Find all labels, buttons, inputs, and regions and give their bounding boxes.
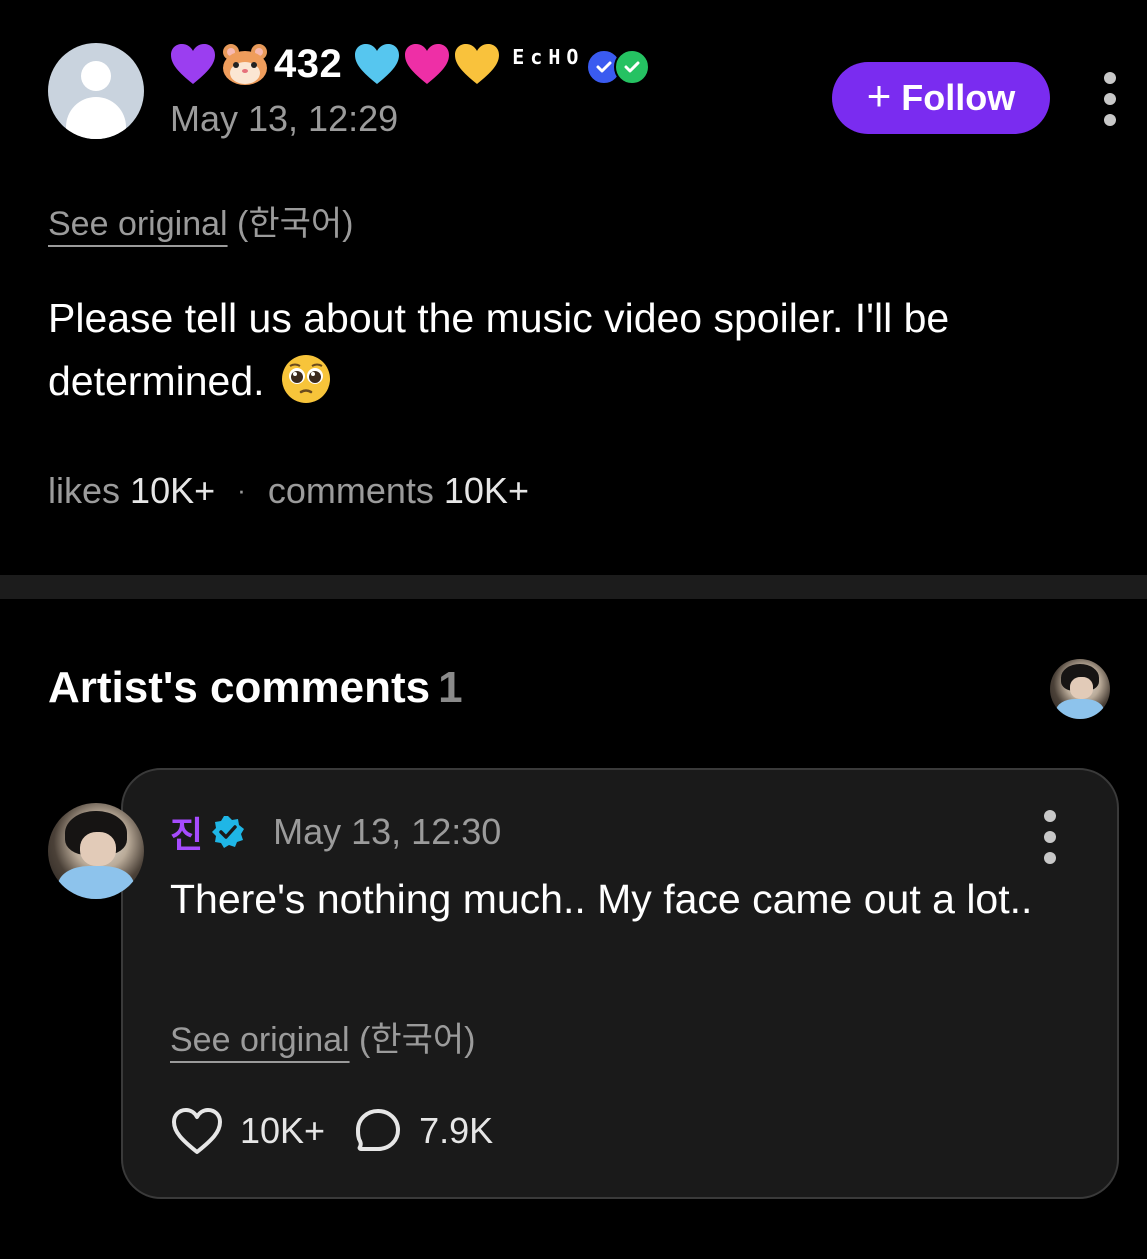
fan-level-number: 432 (274, 41, 343, 86)
post-header: 432 EcHO May 13, 12:29 + Follow (0, 0, 1147, 160)
artist-comments-title: Artist's comments 1 (48, 663, 463, 713)
artist-comments-heading: Artist's comments (48, 663, 431, 712)
likes-count: 10K+ (130, 470, 216, 511)
comment-text: There's nothing much.. My face came out … (170, 876, 1033, 922)
avatar-face-shape (1069, 677, 1093, 699)
author-name-row[interactable]: 432 EcHO (170, 38, 651, 90)
post-more-options-icon[interactable] (1100, 72, 1120, 126)
comment-see-original: See original (한국어) (170, 1012, 476, 1061)
follow-button-label: Follow (901, 77, 1016, 118)
avatar-shirt-shape (1056, 698, 1104, 719)
artist-comments-avatar[interactable] (1050, 659, 1110, 719)
post-stats: likes 10K+ · comments 10K+ (48, 470, 529, 512)
see-original-link[interactable]: See original (48, 205, 228, 243)
purple-heart-icon (170, 43, 216, 85)
stats-separator: · (237, 475, 246, 505)
pleading-face-icon (280, 353, 332, 405)
comments-count: 10K+ (443, 470, 529, 511)
comment-more-options-icon[interactable] (1040, 810, 1060, 864)
yellow-heart-icon (454, 43, 500, 85)
author-avatar[interactable] (48, 43, 144, 139)
comment-actions: 10K+ 7.9K (170, 1106, 493, 1156)
comment-replies-count: 7.9K (419, 1110, 494, 1151)
commenter-avatar[interactable] (48, 803, 144, 899)
hamster-face-icon (220, 42, 270, 86)
light-blue-heart-icon (354, 43, 400, 85)
avatar-shirt-shape (57, 866, 135, 899)
membership-badges (586, 49, 651, 85)
likes-label: likes (48, 470, 121, 511)
comment-date: May 13, 12:30 (273, 811, 502, 852)
comment-author-row: 진 May 13, 12:30 (170, 806, 501, 858)
pink-heart-icon (404, 43, 450, 85)
comment-author-name[interactable]: 진 (170, 806, 203, 858)
avatar-body-shape (66, 97, 126, 139)
post-date: May 13, 12:29 (170, 98, 399, 139)
artist-comments-count: 1 (438, 663, 463, 712)
comments-label[interactable]: comments (268, 470, 434, 511)
post-see-original: See original (한국어) (48, 196, 354, 245)
post-body: Please tell us about the music video spo… (48, 287, 1118, 413)
post-body-text: Please tell us about the music video spo… (48, 295, 950, 404)
echo-label: EcHO (512, 45, 585, 69)
avatar-face-shape (79, 831, 117, 867)
green-check-badge-icon (614, 49, 651, 85)
reply-bubble-icon[interactable] (353, 1106, 403, 1156)
verified-badge-icon (211, 815, 245, 849)
comment-likes-count: 10K+ (240, 1110, 326, 1151)
avatar-head-shape (81, 61, 111, 91)
comment-see-original-link[interactable]: See original (170, 1021, 350, 1059)
original-language-label: (한국어) (237, 205, 354, 243)
follow-button[interactable]: + Follow (832, 62, 1050, 134)
heart-like-icon[interactable] (170, 1106, 224, 1156)
section-divider (0, 575, 1147, 599)
comment-original-language-label: (한국어) (359, 1021, 476, 1059)
plus-icon: + (866, 72, 892, 119)
